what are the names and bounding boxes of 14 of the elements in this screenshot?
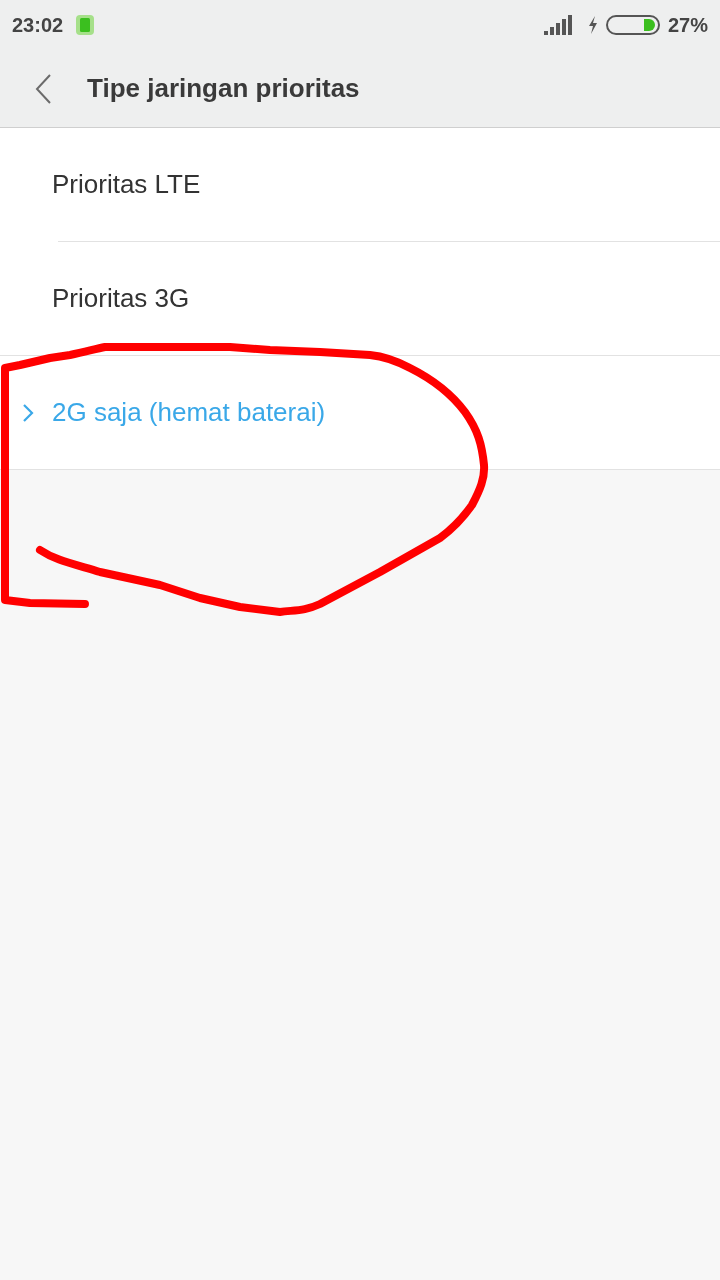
battery-icon [605, 15, 660, 35]
battery-percentage: 27% [667, 13, 708, 38]
app-notification-icon [75, 14, 96, 36]
page-title: Tipe jaringan prioritas [87, 72, 360, 105]
signal-icon [543, 15, 574, 35]
option-label: Prioritas LTE [52, 168, 201, 201]
option-label: Prioritas 3G [52, 282, 190, 315]
network-option[interactable]: Prioritas LTE [0, 128, 720, 241]
back-chevron-icon [35, 73, 51, 104]
status-time: 23:02 [12, 13, 64, 38]
option-label: 2G saja (hemat baterai) [52, 396, 326, 429]
network-option[interactable]: Prioritas 3G [0, 242, 720, 355]
charging-bolt-icon [587, 16, 598, 34]
selected-chevron-icon [23, 403, 34, 422]
